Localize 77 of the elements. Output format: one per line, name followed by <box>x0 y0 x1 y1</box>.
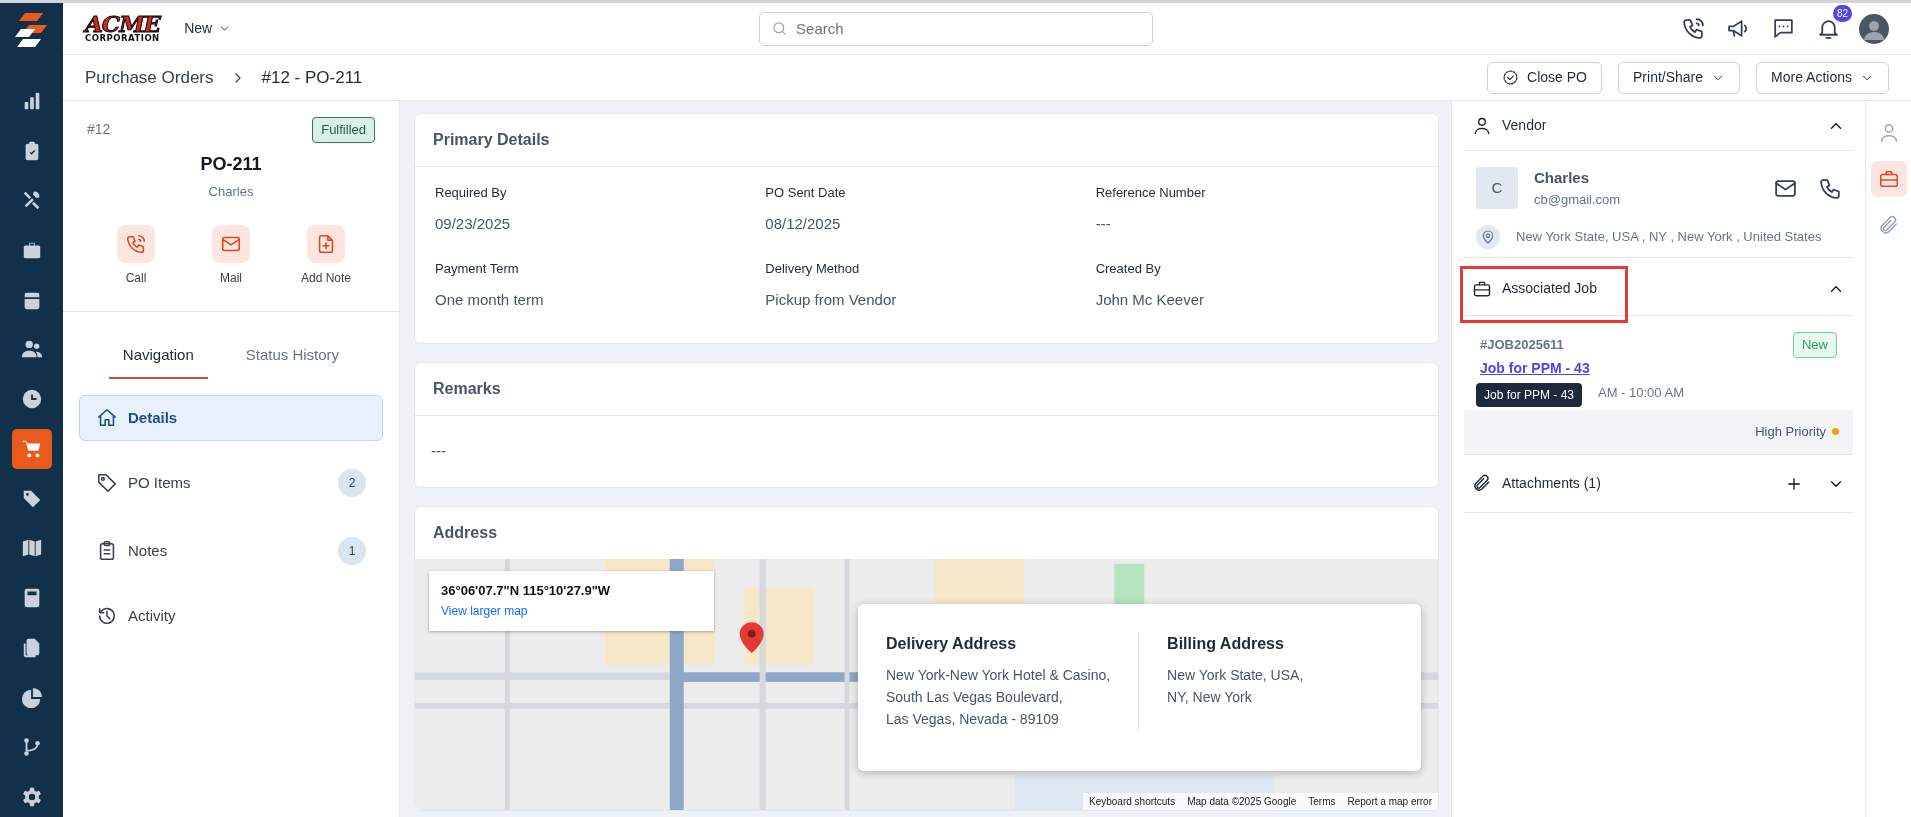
tag-icon <box>96 472 118 494</box>
tab[interactable]: Navigation <box>108 336 208 379</box>
nav-item[interactable]: Activity <box>79 593 383 640</box>
brand-logo-icon <box>14 11 49 49</box>
section-title: Vendor <box>1502 116 1547 135</box>
address-text: New York-New York Hotel & Casino, South Las Vegas Boulevard, Las Vegas, Nevada - 89109 <box>886 665 1111 730</box>
cart-icon[interactable] <box>11 429 52 469</box>
add-note-icon <box>307 225 345 263</box>
count-badge: 1 <box>338 537 366 565</box>
address-text: New York State, USA, NY, New York <box>1167 665 1304 707</box>
company-logo: ACME CORPORATION <box>85 14 161 43</box>
card-title: Remarks <box>415 363 1438 416</box>
status-badge: New <box>1793 332 1837 358</box>
person-icon <box>1472 115 1492 136</box>
call-button[interactable]: Call <box>91 225 181 287</box>
nav-item[interactable]: Notes 1 <box>79 525 383 577</box>
avatar-icon[interactable] <box>1859 13 1889 44</box>
dropdown-button[interactable]: More Actions <box>1756 61 1889 94</box>
po-number: #12 <box>87 120 111 140</box>
search-field[interactable]: Search <box>759 11 1154 46</box>
field-label: Reference Number <box>1095 184 1207 202</box>
location-icon <box>1476 225 1500 249</box>
field-label: PO Sent Date <box>765 184 847 202</box>
vendor-avatar: C <box>1476 167 1518 209</box>
larger-map-link[interactable]: View larger map <box>441 602 528 620</box>
field-value: John Mc Keever <box>1095 289 1206 310</box>
add-note-button[interactable]: Add Note <box>281 225 371 287</box>
address-title: Delivery Address <box>886 633 1018 654</box>
field-value: 08/12/2025 <box>765 213 842 234</box>
map-footer-link[interactable]: Keyboard shortcuts <box>1089 794 1176 809</box>
priority-label: High Priority <box>1755 423 1826 441</box>
count-badge: 2 <box>338 469 366 497</box>
home-icon <box>96 406 118 429</box>
breadcrumb-link[interactable]: Purchase Orders <box>85 64 214 91</box>
field-value: --- <box>1095 213 1112 234</box>
search-icon <box>771 19 789 37</box>
field-value: 09/23/2025 <box>435 213 512 234</box>
map-footer-link[interactable]: Terms <box>1308 794 1336 809</box>
card-title: Primary Details <box>415 114 1438 167</box>
address-title: Billing Address <box>1167 633 1285 654</box>
breadcrumb-current: #12 - PO-211 <box>261 66 363 89</box>
map-coordinates: 36°06'07.7"N 115°10'27.9"W <box>441 581 612 600</box>
dashed-check-icon <box>1502 69 1520 86</box>
vendor-name: Charles <box>207 182 255 201</box>
job-id: #JOB2025611 <box>1480 336 1564 354</box>
paperclip-icon <box>1472 473 1492 493</box>
job-link[interactable]: Job for PPM - 43 <box>1480 359 1590 376</box>
phone-icon <box>117 225 155 263</box>
vendor-address: New York State, USA , NY , New York , United States <box>1516 228 1822 247</box>
close-button[interactable]: Close PO <box>1487 61 1602 94</box>
field-value: Pickup from Vendor <box>765 289 898 310</box>
tab[interactable]: Status History <box>231 336 354 379</box>
field-label: Payment Term <box>435 260 520 278</box>
status-badge: Fulfilled <box>312 117 375 143</box>
field-label: Created By <box>1095 260 1162 278</box>
map-footer-link[interactable]: Map data ©2025 Google <box>1187 794 1297 809</box>
section-title: Attachments (1) <box>1502 473 1601 493</box>
mail-button[interactable]: Mail <box>186 225 276 287</box>
field-label: Delivery Method <box>765 260 861 278</box>
vendor-name: Charles <box>1534 168 1591 188</box>
field-label: Required By <box>435 184 508 202</box>
card-title: Address <box>432 522 499 543</box>
mail-icon <box>212 225 250 263</box>
job-time: AM - 10:00 AM <box>1598 383 1684 402</box>
remarks-text: --- <box>430 441 447 461</box>
tooltip: Job for PPM - 43 <box>1476 382 1583 407</box>
po-title: PO-211 <box>199 152 263 176</box>
section-title: Associated Job <box>1502 279 1597 298</box>
vendor-email: cb@gmail.com <box>1534 190 1622 209</box>
map-footer-link[interactable]: Report a map error <box>1347 794 1432 809</box>
nav-item[interactable]: Details <box>79 394 383 441</box>
new-menu[interactable]: New <box>182 16 234 41</box>
nav-item[interactable]: PO Items 2 <box>79 457 383 509</box>
dropdown-button[interactable]: Print/Share <box>1618 61 1741 94</box>
briefcase-icon[interactable] <box>1870 161 1907 197</box>
notification-count: 82 <box>1832 5 1852 22</box>
field-value: One month term <box>435 289 545 310</box>
